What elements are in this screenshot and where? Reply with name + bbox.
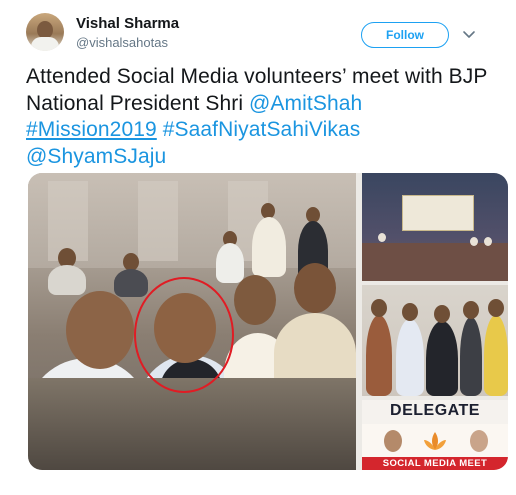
tweet-text: Attended Social Media volunteers’ meet w… bbox=[26, 64, 496, 170]
author-handle[interactable]: @vishalsahotas bbox=[76, 35, 168, 50]
highlight-circle bbox=[134, 277, 234, 393]
avatar-body bbox=[31, 37, 59, 51]
person-body bbox=[484, 315, 508, 396]
photo-delegate-badge[interactable]: DELEGATE SOCIAL MEDIA MEET bbox=[362, 400, 508, 470]
stage-floor bbox=[362, 243, 508, 281]
photo-group-selfie[interactable] bbox=[28, 173, 356, 470]
mention-amitshah[interactable]: @AmitShah bbox=[249, 92, 362, 115]
lotus-icon bbox=[424, 432, 446, 450]
mention-shyamsjaju[interactable]: @ShyamSJaju bbox=[26, 145, 166, 168]
hashtag-saafniyatsahivikas[interactable]: #SaafNiyatSahiVikas bbox=[163, 118, 361, 141]
chevron-down-icon[interactable] bbox=[461, 26, 477, 42]
person-body bbox=[216, 243, 244, 283]
delegate-footer: SOCIAL MEDIA MEET bbox=[362, 457, 508, 470]
follow-button[interactable]: Follow bbox=[361, 22, 449, 48]
person-head bbox=[484, 237, 492, 246]
person-head bbox=[463, 301, 479, 319]
portrait-icon bbox=[470, 430, 488, 452]
person-body bbox=[396, 319, 424, 396]
person-body bbox=[460, 317, 482, 396]
photo-stage-event[interactable] bbox=[362, 173, 508, 281]
person-head bbox=[378, 233, 386, 242]
person-body bbox=[114, 269, 148, 297]
person-body bbox=[426, 321, 458, 396]
stage-banner bbox=[402, 195, 474, 231]
person-head bbox=[371, 299, 387, 317]
person-body bbox=[48, 265, 86, 295]
media-grid: DELEGATE SOCIAL MEDIA MEET bbox=[28, 173, 508, 470]
person-head bbox=[470, 237, 478, 246]
person-head bbox=[434, 305, 450, 323]
portrait-icon bbox=[384, 430, 402, 452]
person-head bbox=[488, 299, 504, 317]
person-head bbox=[402, 303, 418, 321]
photo-group-standing[interactable] bbox=[362, 285, 508, 396]
person-head bbox=[294, 263, 336, 313]
wall-panel bbox=[138, 181, 178, 261]
author-avatar[interactable] bbox=[26, 13, 64, 51]
author-name[interactable]: Vishal Sharma bbox=[76, 15, 179, 32]
tweet-header: Vishal Sharma @vishalsahotas Follow bbox=[0, 0, 516, 58]
person-head bbox=[66, 291, 134, 369]
person-head bbox=[234, 275, 276, 325]
person-body bbox=[252, 217, 286, 277]
delegate-title: DELEGATE bbox=[390, 402, 480, 419]
delegate-portraits bbox=[362, 424, 508, 458]
hashtag-mission2019[interactable]: #Mission2019 bbox=[26, 118, 157, 141]
person-body bbox=[366, 315, 392, 396]
